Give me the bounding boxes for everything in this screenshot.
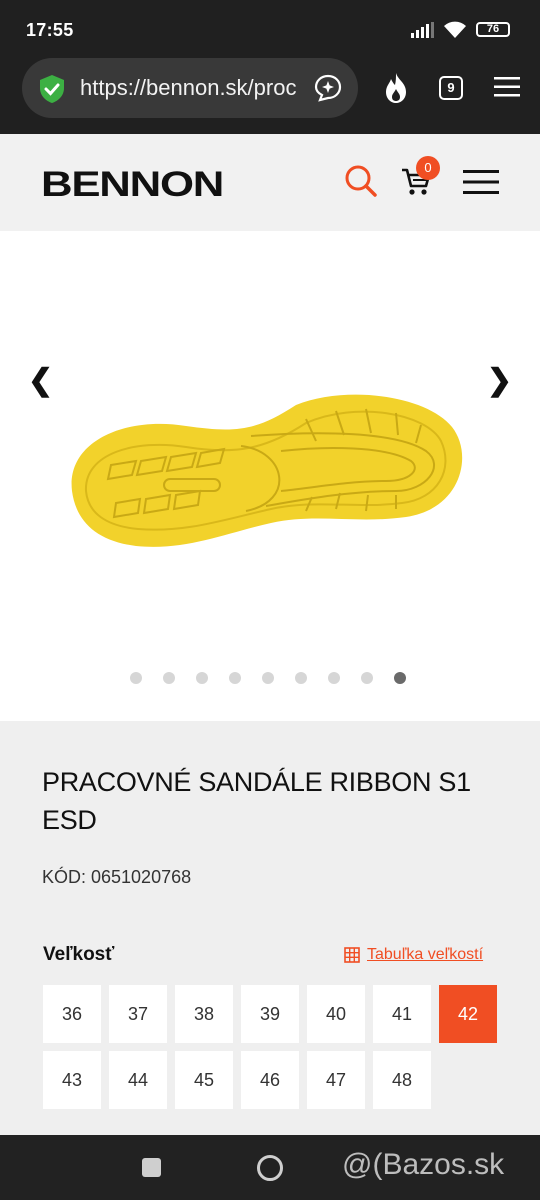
url-text[interactable]: https://bennon.sk/proc [80, 75, 300, 101]
gallery-dot[interactable] [229, 672, 241, 684]
wifi-icon [444, 21, 466, 38]
site-header: BENNON 0 [0, 134, 540, 231]
gallery-prev-button[interactable]: ❮ [28, 363, 53, 398]
search-icon[interactable] [344, 164, 378, 198]
gallery-dots [130, 672, 406, 684]
size-option[interactable]: 45 [175, 1051, 233, 1109]
watermark: @(Bazos.sk [342, 1148, 505, 1181]
status-time: 17:55 [26, 20, 74, 40]
table-icon [344, 947, 360, 963]
gallery-dot[interactable] [328, 672, 340, 684]
size-option[interactable]: 43 [43, 1051, 101, 1109]
product-gallery: ❮ ❯ [0, 231, 540, 721]
gallery-dot[interactable] [196, 672, 208, 684]
site-menu-icon[interactable] [463, 169, 499, 195]
size-table-label[interactable]: Tabuľka veľkostí [367, 946, 483, 964]
gallery-dot-active[interactable] [394, 672, 406, 684]
size-option[interactable]: 46 [241, 1051, 299, 1109]
browser-toolbar: https://bennon.sk/proc 9 [0, 58, 540, 134]
recents-button[interactable] [142, 1158, 161, 1177]
tab-count-button[interactable]: 9 [439, 76, 463, 100]
battery-icon: 76 [476, 22, 510, 37]
shield-icon [40, 75, 64, 103]
size-option[interactable]: 38 [175, 985, 233, 1043]
gallery-next-button[interactable]: ❯ [487, 363, 512, 398]
browser-menu-icon[interactable] [494, 76, 520, 98]
size-label: Veľkosť [43, 944, 115, 965]
address-bar[interactable]: https://bennon.sk/proc [22, 58, 358, 118]
product-code: KÓD: 0651020768 [42, 867, 192, 887]
gallery-dot[interactable] [163, 672, 175, 684]
site-logo[interactable]: BENNON [41, 165, 224, 205]
fire-icon[interactable] [382, 72, 410, 104]
home-button[interactable] [257, 1155, 283, 1181]
size-option[interactable]: 36 [43, 985, 101, 1043]
size-table-link[interactable]: Tabuľka veľkostí [344, 946, 483, 964]
cart-count-badge: 0 [416, 156, 440, 180]
size-option[interactable]: 47 [307, 1051, 365, 1109]
product-title: PRACOVNÉ SANDÁLE RIBBON S1 ESD [42, 767, 471, 835]
size-option[interactable]: 40 [307, 985, 365, 1043]
gallery-dot[interactable] [130, 672, 142, 684]
signal-icon [411, 22, 434, 38]
size-option[interactable]: 48 [373, 1051, 431, 1109]
size-option[interactable]: 39 [241, 985, 299, 1043]
size-option[interactable]: 44 [109, 1051, 167, 1109]
assistant-icon[interactable] [314, 74, 342, 102]
product-info: PRACOVNÉ SANDÁLE RIBBON S1 ESD KÓD: 0651… [0, 721, 540, 1135]
system-nav-bar: @(Bazos.sk [0, 1135, 540, 1200]
product-image-sole [71, 394, 463, 547]
gallery-dot[interactable] [262, 672, 274, 684]
gallery-dot[interactable] [295, 672, 307, 684]
gallery-dot[interactable] [361, 672, 373, 684]
size-option[interactable]: 41 [373, 985, 431, 1043]
status-bar: 17:55 76 [0, 0, 540, 58]
size-option-selected[interactable]: 42 [439, 985, 497, 1043]
size-option[interactable]: 37 [109, 985, 167, 1043]
